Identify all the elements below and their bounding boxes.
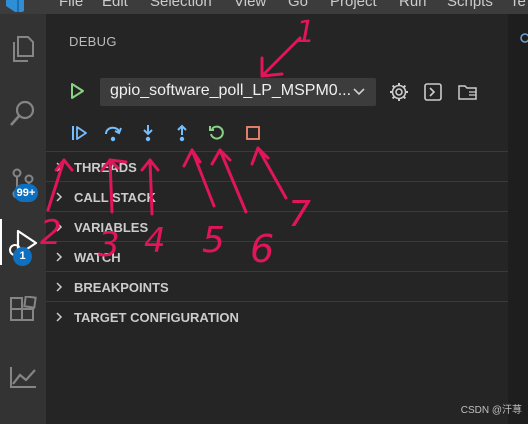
section-variables[interactable]: VARIABLES <box>46 211 508 242</box>
restart-button[interactable] <box>206 122 228 144</box>
menu-project[interactable]: Project <box>330 0 377 10</box>
stop-button[interactable] <box>242 122 264 144</box>
debug-badge: 1 <box>13 247 32 266</box>
menu-go[interactable]: Go <box>288 0 308 10</box>
menu-selection[interactable]: Selection <box>150 0 212 10</box>
restart-icon <box>209 125 224 140</box>
menu-file[interactable]: File <box>59 0 83 10</box>
extensions-icon <box>10 296 37 321</box>
settings-button[interactable] <box>387 80 411 104</box>
open-launch-json-button[interactable] <box>456 80 480 104</box>
continue-icon <box>72 126 87 140</box>
source-control-badge: 99+ <box>14 184 38 202</box>
chevron-down-icon <box>353 88 365 96</box>
terminal-icon <box>424 83 442 101</box>
step-over-icon <box>105 126 122 142</box>
analytics-icon <box>10 367 36 388</box>
section-label: THREADS <box>74 160 137 175</box>
menu-run[interactable]: Run <box>399 0 427 10</box>
continue-button[interactable] <box>68 122 90 144</box>
chevron-right-icon <box>56 222 63 232</box>
section-call-stack[interactable]: CALL STACK <box>46 181 508 212</box>
debug-sidebar: DEBUG gpio_software_poll_LP_MSPM0... THR… <box>46 14 508 424</box>
explorer-icon <box>13 36 34 62</box>
step-out-icon <box>177 124 187 142</box>
chevron-right-icon <box>56 192 63 202</box>
section-label: CALL STACK <box>74 190 156 205</box>
editor-area <box>508 14 528 424</box>
section-label: VARIABLES <box>74 220 149 235</box>
activity-extensions[interactable] <box>0 288 46 334</box>
section-label: WATCH <box>74 250 121 265</box>
activity-bar: 99+ 1 <box>0 14 46 424</box>
watermark: CSDN @汗荨 <box>460 405 522 416</box>
menu-terminal[interactable]: Te <box>510 0 526 10</box>
launch-config-select[interactable]: gpio_software_poll_LP_MSPM0... <box>100 78 376 106</box>
open-folder-icon <box>458 85 477 100</box>
menu-edit[interactable]: Edit <box>102 0 128 10</box>
chevron-right-icon <box>56 162 63 172</box>
activity-search[interactable] <box>0 90 46 136</box>
section-label: BREAKPOINTS <box>74 280 169 295</box>
view-title: DEBUG <box>69 34 117 49</box>
section-watch[interactable]: WATCH <box>46 241 508 272</box>
chevron-right-icon <box>56 312 63 322</box>
start-debugging-icon[interactable] <box>68 82 86 100</box>
search-icon <box>10 100 35 126</box>
launch-config-value: gpio_software_poll_LP_MSPM0... <box>110 82 352 99</box>
gear-icon <box>390 83 408 101</box>
section-breakpoints[interactable]: BREAKPOINTS <box>46 271 508 302</box>
step-out-button[interactable] <box>171 122 193 144</box>
menu-bar: File Edit Selection View Go Project Run … <box>0 0 528 14</box>
chevron-right-icon <box>56 282 63 292</box>
debug-console-button[interactable] <box>421 80 445 104</box>
activity-explorer[interactable] <box>0 26 46 72</box>
step-into-button[interactable] <box>137 122 159 144</box>
step-over-button[interactable] <box>102 122 124 144</box>
chevron-right-icon <box>56 252 63 262</box>
menu-view[interactable]: View <box>234 0 266 10</box>
vscode-logo-icon <box>6 0 24 12</box>
section-label: TARGET CONFIGURATION <box>74 310 239 325</box>
step-into-icon <box>143 125 153 142</box>
stop-icon <box>246 126 260 140</box>
activity-analytics[interactable] <box>0 354 46 400</box>
menu-scripts[interactable]: Scripts <box>447 0 493 10</box>
section-threads[interactable]: THREADS <box>46 151 508 182</box>
editor-tab-icon <box>520 33 528 43</box>
section-target-configuration[interactable]: TARGET CONFIGURATION <box>46 301 508 332</box>
